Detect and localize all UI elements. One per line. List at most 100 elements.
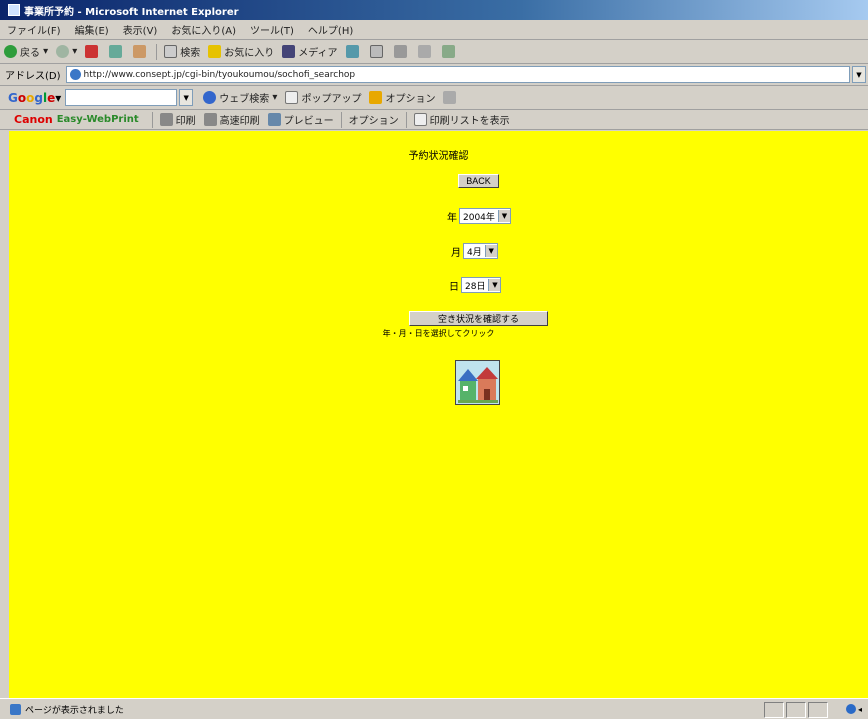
month-label: 月 — [451, 247, 461, 259]
menu-favorites[interactable]: お気に入り(A) — [164, 22, 243, 37]
search-icon — [164, 45, 178, 58]
options-icon — [369, 91, 383, 104]
toolbar-separator — [151, 111, 153, 128]
year-field: 年 2004年 ▼ — [447, 208, 511, 224]
page-content: 予約状況確認 BACK 年 2004年 ▼ 月 4月 ▼ 日 28日 ▼ 空き状… — [9, 131, 868, 698]
canon-toolbar: Canon Easy-WebPrint 印刷 高速印刷 プレビュー オプション … — [0, 110, 868, 130]
google-logo[interactable]: Google▾ — [8, 91, 61, 105]
page-done-icon — [10, 703, 21, 715]
printer-icon — [393, 45, 407, 58]
mail-button[interactable] — [366, 45, 390, 58]
preview-icon — [267, 113, 281, 126]
day-field: 日 28日 ▼ — [449, 277, 502, 293]
status-pane — [764, 702, 784, 718]
canon-print-button[interactable]: 印刷 — [156, 112, 200, 127]
canon-option-button[interactable]: オプション — [345, 112, 403, 127]
page-icon — [69, 69, 81, 80]
favorites-button[interactable]: お気に入り — [204, 44, 278, 59]
menu-file[interactable]: ファイル(F) — [0, 22, 68, 37]
year-select[interactable]: 2004年 ▼ — [459, 208, 511, 224]
google-toolbar: Google▾ ▼ ウェブ検索 ▾ ポップアップ オプション — [0, 86, 868, 110]
month-select[interactable]: 4月 ▼ — [463, 243, 498, 259]
forward-nav-button[interactable]: ▾ — [52, 45, 81, 58]
back-nav-button[interactable]: 戻る ▾ — [0, 44, 52, 59]
media-icon — [282, 45, 296, 58]
edit-button[interactable] — [414, 45, 438, 58]
status-pane — [808, 702, 828, 718]
status-pane — [786, 702, 806, 718]
refresh-icon — [109, 45, 123, 58]
media-button[interactable]: メディア — [278, 44, 341, 59]
stop-icon — [85, 45, 99, 58]
google-options-button[interactable]: オプション — [365, 90, 439, 105]
stop-button[interactable] — [81, 45, 105, 58]
address-url: http://www.consept.jp/cgi-bin/tyoukoumou… — [83, 69, 356, 80]
window-titlebar: 事業所予約 - Microsoft Internet Explorer — [0, 0, 868, 20]
refresh-button[interactable] — [105, 45, 129, 58]
edit-icon — [417, 45, 431, 58]
history-button[interactable] — [342, 45, 366, 58]
toolbar-separator — [405, 111, 407, 128]
home-button[interactable] — [129, 45, 153, 58]
year-label: 年 — [447, 212, 457, 224]
canon-preview-button[interactable]: プレビュー — [264, 112, 338, 127]
day-value: 28日 — [465, 281, 486, 292]
house-icon[interactable] — [455, 360, 500, 405]
search-button[interactable]: 検索 — [160, 44, 204, 59]
ie-app-icon — [8, 4, 20, 16]
google-search-dropdown-icon[interactable]: ▼ — [179, 89, 194, 106]
day-select[interactable]: 28日 ▼ — [461, 277, 502, 293]
menu-edit[interactable]: 編集(E) — [68, 22, 116, 37]
address-label: アドレス(D) — [5, 71, 61, 82]
check-availability-button[interactable]: 空き状況を確認する — [409, 311, 548, 326]
instruction-text: 年・月・日を選択してクリック — [382, 329, 495, 338]
month-field: 月 4月 ▼ — [451, 243, 498, 259]
discuss-icon — [441, 45, 455, 58]
status-text: ページが表示されました — [25, 705, 124, 716]
chevron-down-icon: ▼ — [488, 279, 501, 291]
status-panes — [762, 702, 828, 718]
menu-tools[interactable]: ツール(T) — [243, 22, 301, 37]
canon-fast-print-button[interactable]: 高速印刷 — [200, 112, 264, 127]
month-value: 4月 — [467, 247, 482, 258]
popup-block-icon — [285, 91, 299, 104]
print-button[interactable] — [390, 45, 414, 58]
google-search-input[interactable] — [65, 89, 178, 106]
status-bar: ページが表示されました ◂ — [0, 698, 868, 719]
chevron-down-icon: ▼ — [484, 245, 497, 257]
easy-webprint-menu[interactable]: Easy-WebPrint — [57, 114, 139, 125]
standard-toolbar: 戻る ▾ ▾ 検索 お気に入り メディア — [0, 40, 868, 64]
history-icon — [345, 45, 359, 58]
google-popup-block-button[interactable]: ポップアップ — [281, 90, 365, 105]
menu-help[interactable]: ヘルプ(H) — [301, 22, 360, 37]
address-bar: アドレス(D) http://www.consept.jp/cgi-bin/ty… — [0, 64, 868, 86]
google-pencil-button[interactable] — [439, 91, 463, 104]
back-arrow-icon — [4, 45, 17, 58]
menu-view[interactable]: 表示(V) — [116, 22, 165, 37]
fast-print-icon — [203, 113, 217, 126]
discuss-button[interactable] — [438, 45, 462, 58]
star-icon — [208, 45, 222, 58]
security-zone: ◂ — [845, 704, 862, 714]
page-title: 予約状況確認 — [408, 151, 469, 162]
internet-zone-icon — [845, 704, 856, 714]
google-web-search-button[interactable]: ウェブ検索 ▾ — [199, 90, 281, 105]
back-button[interactable]: BACK — [458, 174, 499, 188]
web-search-icon — [203, 91, 217, 104]
forward-arrow-icon — [56, 45, 70, 58]
day-label: 日 — [449, 281, 459, 293]
toolbar-separator — [156, 43, 158, 60]
list-icon — [413, 113, 427, 126]
printer-icon — [159, 113, 173, 126]
year-value: 2004年 — [463, 212, 495, 223]
pencil-icon — [443, 91, 457, 104]
menu-bar: ファイル(F) 編集(E) 表示(V) お気に入り(A) ツール(T) ヘルプ(… — [0, 20, 868, 40]
address-dropdown-icon[interactable]: ▼ — [852, 66, 866, 83]
canon-print-list-button[interactable]: 印刷リストを表示 — [410, 112, 514, 127]
canon-logo: Canon — [14, 113, 53, 126]
chevron-down-icon: ▼ — [497, 210, 510, 222]
window-title: 事業所予約 - Microsoft Internet Explorer — [24, 6, 239, 18]
toolbar-separator — [340, 111, 342, 128]
zone-chevron-icon: ◂ — [857, 704, 862, 714]
address-input[interactable]: http://www.consept.jp/cgi-bin/tyoukoumou… — [65, 66, 850, 83]
